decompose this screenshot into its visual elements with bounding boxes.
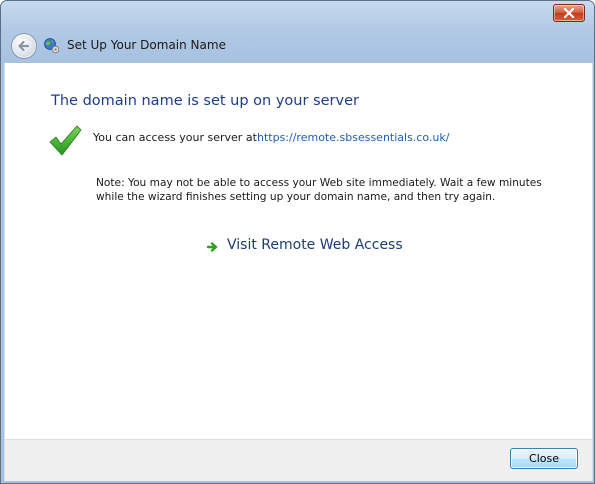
- green-checkmark-icon: [49, 125, 82, 156]
- page-heading: The domain name is set up on your server: [51, 93, 359, 109]
- title-bar: Set Up Your Domain Name: [1, 1, 594, 63]
- green-arrow-icon: [206, 240, 220, 254]
- content-area: The domain name is set up on your server…: [4, 63, 593, 439]
- access-label: You can access your server at:: [93, 131, 261, 144]
- remote-link-label: Visit Remote Web Access: [227, 237, 403, 253]
- globe-network-icon: [44, 38, 60, 54]
- back-arrow-icon: [18, 40, 30, 52]
- note-text: Note: You may not be able to access your…: [96, 177, 542, 203]
- close-button[interactable]: Close: [510, 448, 578, 469]
- window-close-button[interactable]: [553, 4, 585, 22]
- server-url-link[interactable]: https://remote.sbsessentials.co.uk/: [257, 131, 449, 144]
- back-button[interactable]: [11, 33, 37, 59]
- footer-bar: Close: [4, 439, 593, 481]
- close-icon: [563, 8, 575, 18]
- wizard-window: Set Up Your Domain Name The domain name …: [0, 0, 595, 484]
- wizard-title: Set Up Your Domain Name: [67, 38, 226, 52]
